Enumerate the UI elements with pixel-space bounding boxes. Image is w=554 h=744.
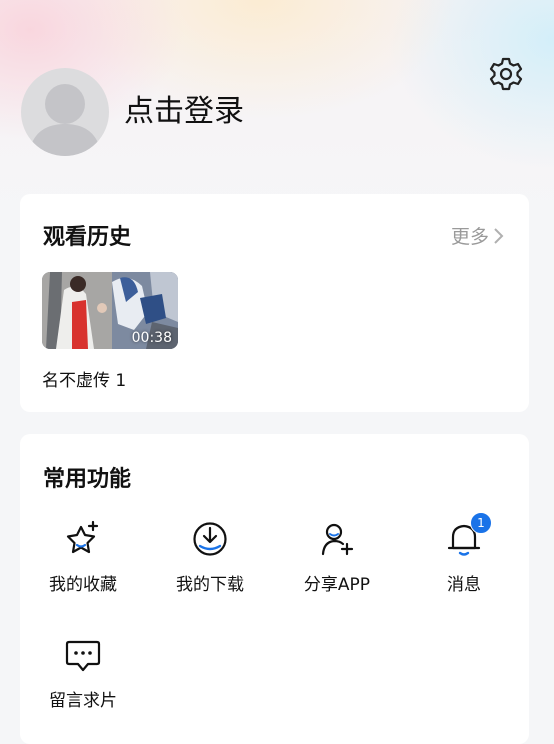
- more-label: 更多: [450, 226, 489, 248]
- settings-button[interactable]: [486, 54, 526, 94]
- watch-history-title: 观看历史: [43, 225, 132, 250]
- messages-button[interactable]: 1 消息: [409, 512, 519, 610]
- login-link[interactable]: 点击登录: [124, 92, 244, 132]
- notification-badge: 1: [470, 512, 492, 534]
- profile-header: 点击登录: [0, 0, 554, 190]
- downloads-label: 我的下载: [176, 575, 244, 595]
- chevron-right-icon: [494, 227, 504, 244]
- favorites-label: 我的收藏: [49, 575, 117, 595]
- more-link[interactable]: 更多: [451, 222, 505, 249]
- downloads-button[interactable]: 我的下载: [155, 520, 265, 610]
- request-movie-label: 留言求片: [49, 691, 117, 711]
- video-duration: 00:38: [131, 330, 172, 346]
- default-avatar-icon: [29, 84, 101, 156]
- add-user-icon: [321, 523, 354, 556]
- common-functions-title: 常用功能: [43, 467, 132, 492]
- favorites-button[interactable]: 我的收藏: [28, 520, 138, 610]
- messages-label: 消息: [447, 575, 481, 595]
- avatar[interactable]: [21, 68, 109, 156]
- gear-icon: [489, 57, 523, 91]
- download-icon: [193, 522, 227, 556]
- watch-history-card: 观看历史 更多 00:38 名不虚传 1: [20, 194, 529, 412]
- request-movie-button[interactable]: 留言求片: [28, 636, 138, 726]
- share-app-label: 分享APP: [303, 575, 371, 595]
- video-title[interactable]: 名不虚传 1: [42, 366, 126, 391]
- star-icon: [66, 520, 99, 554]
- video-thumbnail[interactable]: 00:38: [42, 272, 178, 349]
- common-functions-card: 常用功能 我的收藏 我的下载 分享APP 1 消息 留言求片: [20, 434, 529, 744]
- share-app-button[interactable]: 分享APP: [282, 520, 392, 610]
- message-icon: [65, 640, 101, 672]
